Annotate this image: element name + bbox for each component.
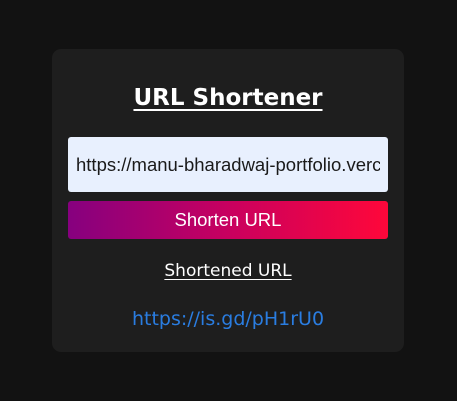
url-shortener-card: URL Shortener Shorten URL Shortened URL …	[52, 49, 404, 352]
shortened-url-link[interactable]: https://is.gd/pH1rU0	[52, 308, 404, 330]
page-title: URL Shortener	[133, 85, 323, 111]
shorten-url-button[interactable]: Shorten URL	[68, 201, 388, 239]
url-input[interactable]	[68, 137, 388, 192]
shortened-url-label: Shortened URL	[164, 261, 292, 281]
